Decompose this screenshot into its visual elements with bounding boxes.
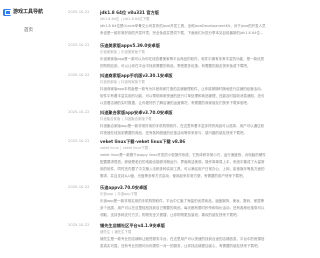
article-title-link[interactable]: 铺先生店铺社区平台v4.1.9安卓版 (100, 222, 266, 229)
article-summary: 抖追聚合家版app是一款非常好用的手机购物软件，在这里有着丰富多样的商品可以选择… (100, 123, 265, 135)
article-title-link[interactable]: 抖追商家版app手机版v3.30.1安卓版 (100, 72, 266, 79)
article-tags: 乐追美家版 | 乐追美家版下载 (100, 49, 266, 56)
article-tag-link[interactable]: 抖追聚合家版 (100, 117, 120, 121)
article-tag-link[interactable]: 抖追商家版 (100, 80, 117, 84)
article-tag-link[interactable]: veket linux (100, 146, 119, 150)
article-body: veket linux下载-veket linux下载 v8.86 veket … (100, 138, 266, 180)
tag-separator: | (118, 79, 120, 84)
article-tag-link[interactable]: jdk1.8 64位下载 (123, 17, 149, 21)
article-summary: 抖追商家版app手机版是一款专为抖音商家打造的店铺管理软件，让你能够随时随地进行… (100, 86, 265, 105)
article-date: 2025-10-22 (68, 9, 90, 14)
article-tag-link[interactable]: 铺先生下载 (114, 230, 131, 234)
tag-separator: | (114, 191, 116, 196)
article-title-link[interactable]: 乐追appv3.70.0安卓版 (100, 184, 266, 191)
article-tag-link[interactable]: 乐追美家版下载 (121, 50, 145, 54)
article-summary: jdk1.8 64位是Oracle甲骨文公司发布的Java开发工具，全称Java… (100, 23, 266, 35)
article-tag-link[interactable]: 抖追聚合家版下载 (125, 117, 152, 121)
article-body: 铺先生店铺社区平台v4.1.9安卓版 铺先生 | 铺先生下载 铺先生是一款专业的店铺… (100, 222, 266, 250)
article-summary: veket linux是一款基于puppy linux开发的小型操作系统，它的体… (100, 152, 266, 178)
article-title-link[interactable]: 乐追美家版appv5.39.0安卓版 (100, 42, 266, 49)
article-tags: 铺先生 | 铺先生下载 (100, 229, 266, 236)
article-tag-link[interactable]: jdk1.8 64位 (100, 17, 119, 21)
article-summary: 乐追美家版app是一款可以为你在线查看美家等平台商品的软件，软件中拥有非常丰富的… (100, 56, 265, 68)
article-date: 2025-10-22 (68, 138, 90, 143)
article-body: 抖追商家版app手机版v3.30.1安卓版 抖追商家版 | 抖追商家版下载 抖追商家… (100, 72, 266, 107)
tag-separator: | (121, 116, 123, 121)
article-summary: 铺先生是一款专业的店铺转让租赁服务平台，在这里用户可以快速的找到合适的店铺信息，… (100, 236, 265, 248)
article-tags: 乐追app | 乐追app下载 (100, 191, 266, 198)
article-body: 乐追美家版appv5.39.0安卓版 乐追美家版 | 乐追美家版下载 乐追美家版ap… (100, 42, 266, 70)
article-tags: 抖追聚合家版 | 抖追聚合家版下载 (100, 116, 266, 123)
article-title-link[interactable]: jdk1.8 64位 v8u331 官方版 (100, 9, 266, 16)
article-tag-link[interactable]: 乐追app (100, 192, 113, 196)
article-tag-link[interactable]: veket linux下载 (123, 146, 148, 150)
article-title-link[interactable]: 抖追聚合家版app安卓v3.70.0安卓版 (100, 109, 266, 116)
article-date: 2025-10-22 (68, 222, 90, 227)
article-tag-link[interactable]: 乐追app下载 (117, 192, 137, 196)
article-date: 2025-10-22 (68, 109, 90, 114)
article-tags: jdk1.8 64位 | jdk1.8 64位下载 (100, 16, 266, 23)
tag-separator: | (118, 49, 120, 54)
article-summary: 乐追app是一款非常实用的手机购物软件，平台中汇聚了海量的优质商品，涵盖服饰、美… (100, 198, 265, 217)
article-body: 抖追聚合家版app安卓v3.70.0安卓版 抖追聚合家版 | 抖追聚合家版下载 抖追… (100, 109, 266, 137)
article-title-link[interactable]: veket linux下载-veket linux下载 v8.86 (100, 138, 266, 145)
article-date: 2025-10-22 (68, 184, 90, 189)
article-body: 乐追appv3.70.0安卓版 乐追app | 乐追app下载 乐追app是一款非常… (100, 184, 266, 219)
article-tag-link[interactable]: 铺先生 (100, 230, 110, 234)
tag-separator: | (120, 16, 122, 21)
article-tags: 抖追商家版 | 抖追商家版下载 (100, 79, 266, 86)
tag-separator: | (120, 145, 122, 150)
article-body: jdk1.8 64位 v8u331 官方版 jdk1.8 64位 | jdk1.8 … (100, 9, 266, 37)
tag-separator: | (111, 229, 113, 234)
article-tags: veket linux | veket linux下载 (100, 145, 266, 152)
article-tag-link[interactable]: 乐追美家版 (100, 50, 117, 54)
article-date: 2025-10-22 (68, 42, 90, 47)
article-date: 2025-10-22 (68, 72, 90, 77)
article-list: 2025-10-22 jdk1.8 64位 v8u331 官方版 jdk1.8 … (0, 0, 270, 258)
article-tag-link[interactable]: 抖追商家版下载 (121, 80, 145, 84)
